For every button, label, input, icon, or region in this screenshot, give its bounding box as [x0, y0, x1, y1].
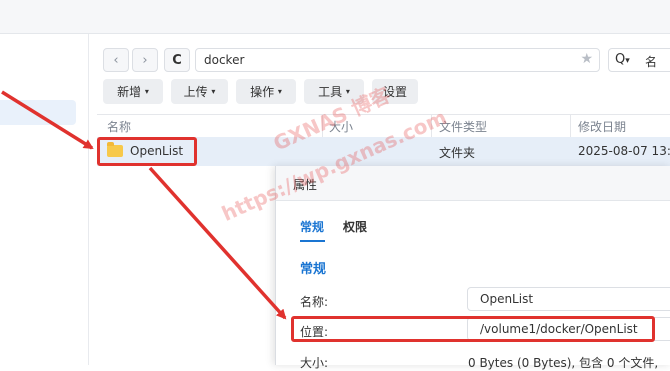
arrow-to-folder [1, 90, 94, 150]
annotation-arrows [1, 90, 287, 320]
